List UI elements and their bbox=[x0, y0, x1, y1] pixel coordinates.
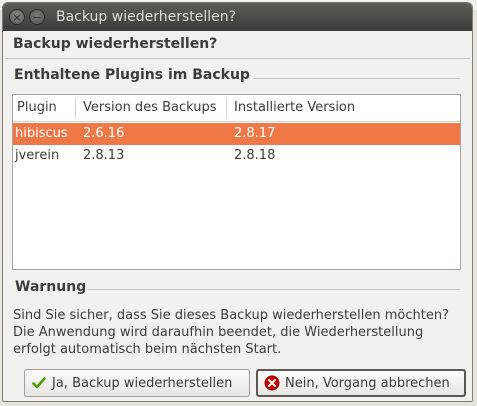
warning-line: erfolgt automatisch beim nächsten Start. bbox=[13, 342, 282, 357]
warning-label: Warnung bbox=[15, 279, 87, 295]
warning-line: Sind Sie sicher, dass Sie dieses Backup … bbox=[13, 308, 449, 323]
warning-divider bbox=[87, 289, 460, 290]
heading-divider bbox=[5, 58, 470, 59]
column-header-installed-version[interactable]: Installierte Version bbox=[234, 100, 355, 115]
cancel-button[interactable]: Nein, Vorgang abbrechen bbox=[256, 369, 466, 397]
minimize-icon[interactable]: − bbox=[29, 9, 45, 25]
cell-installed-version: 2.8.17 bbox=[234, 126, 276, 141]
warning-message: Sind Sie sicher, dass Sie dieses Backup … bbox=[13, 307, 468, 358]
window-title: Backup wiederherstellen? bbox=[56, 9, 237, 25]
plugins-group-label: Enthaltene Plugins im Backup bbox=[11, 67, 253, 83]
cell-backup-version: 2.8.13 bbox=[83, 148, 125, 163]
close-icon[interactable]: × bbox=[9, 9, 25, 25]
table-row[interactable]: hibiscus 2.6.16 2.8.17 bbox=[13, 123, 460, 145]
table-row[interactable]: jverein 2.8.13 2.8.18 bbox=[13, 145, 460, 167]
confirm-restore-label: Ja, Backup wiederherstellen bbox=[52, 375, 233, 391]
restore-backup-dialog: × − Backup wiederherstellen? Backup wied… bbox=[2, 2, 473, 402]
cell-plugin: jverein bbox=[15, 148, 60, 163]
cell-installed-version: 2.8.18 bbox=[234, 148, 276, 163]
dialog-heading: Backup wiederherstellen? bbox=[13, 36, 218, 52]
table-header: Plugin Version des Backups Installierte … bbox=[13, 95, 460, 122]
confirm-restore-button[interactable]: Ja, Backup wiederherstellen bbox=[24, 369, 250, 397]
warning-line: Die Anwendung wird daraufhin beendet, di… bbox=[13, 325, 424, 340]
cancel-label: Nein, Vorgang abbrechen bbox=[285, 375, 450, 391]
title-bar: × − Backup wiederherstellen? bbox=[3, 3, 472, 31]
column-separator[interactable] bbox=[75, 97, 76, 119]
column-header-backup-version[interactable]: Version des Backups bbox=[83, 100, 217, 115]
column-separator[interactable] bbox=[226, 97, 227, 119]
cell-backup-version: 2.6.16 bbox=[83, 126, 125, 141]
group-divider bbox=[245, 78, 460, 79]
checkmark-icon bbox=[31, 375, 47, 391]
cancel-icon bbox=[264, 375, 280, 391]
cell-plugin: hibiscus bbox=[15, 126, 68, 141]
column-header-plugin[interactable]: Plugin bbox=[17, 100, 57, 115]
plugins-table[interactable]: Plugin Version des Backups Installierte … bbox=[12, 94, 461, 270]
